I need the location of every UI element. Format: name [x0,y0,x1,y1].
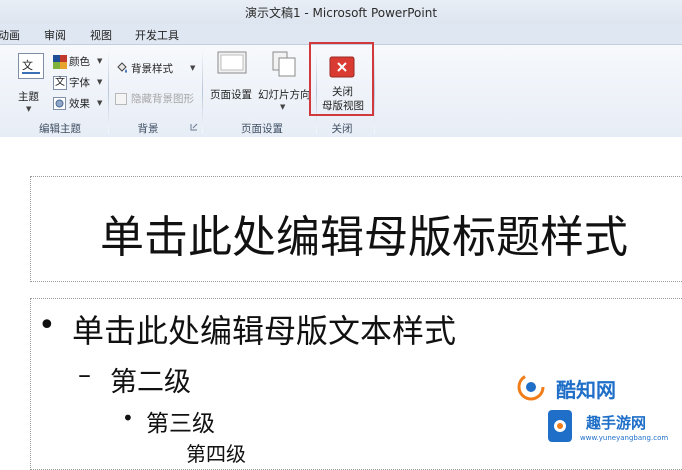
effects-button[interactable]: 效果 ▼ [53,96,105,112]
watermark-site-url: www.yuneyangbang.com [580,434,669,442]
window-title: 演示文稿1 - Microsoft PowerPoint [244,6,438,20]
dash-bullet-icon: – [78,360,91,390]
close-label-line1: 关闭 [332,86,353,98]
close-label-line2: 母版视图 [322,100,364,112]
group-label-edit-theme: 编辑主题 [39,123,81,135]
group-label-background: 背景 [137,123,159,135]
chevron-down-icon: ▼ [280,103,286,111]
effects-icon [53,97,66,110]
tab-animations[interactable]: 动画 [0,27,20,43]
effects-label: 效果 [69,98,90,110]
group-separator [202,49,203,133]
title-placeholder-text: 单击此处编辑母版标题样式 [100,212,628,263]
colors-button[interactable]: 颜色 ▼ [53,54,105,70]
background-styles-button[interactable]: 背景样式 ▼ [115,61,197,77]
hide-background-label: 隐藏背景图形 [131,93,194,105]
hide-background-graphics-checkbox[interactable]: 隐藏背景图形 [115,91,200,107]
fonts-icon: 文 [53,76,67,90]
body-level2-text: 第二级 [110,367,191,398]
dialog-launcher-icon[interactable] [190,123,198,131]
theme-button[interactable]: 文 主题 ▼ [16,53,46,113]
watermark-site-name: 趣手游网 [586,414,647,432]
slide-orientation-icon [272,51,296,77]
chevron-down-icon: ▼ [190,64,196,72]
page-setup-label: 页面设置 [210,89,252,101]
close-master-view-button[interactable]: 关闭 母版视图 [318,52,366,112]
background-styles-label: 背景样式 [131,63,173,75]
colors-label: 颜色 [69,56,90,68]
body-level1-text: 单击此处编辑母版文本样式 [72,312,457,350]
fonts-label: 字体 [69,77,90,89]
slide-orientation-label: 幻灯片方向 [258,89,311,101]
group-separator [374,49,375,133]
close-icon [329,56,355,78]
fonts-button[interactable]: 文 字体 ▼ [53,75,105,91]
svg-text:文: 文 [22,58,33,72]
chevron-down-icon: ▼ [97,57,103,65]
ribbon-tabs: 动画 审阅 视图 开发工具 [0,24,682,44]
title-bar: 演示文稿1 - Microsoft PowerPoint [0,0,682,24]
group-label-page-setup: 页面设置 [241,123,283,135]
chevron-down-icon: ▼ [97,99,103,107]
tab-developer[interactable]: 开发工具 [135,27,179,43]
checkbox-icon [115,93,127,105]
chevron-down-icon: ▼ [26,105,32,113]
tab-view[interactable]: 视图 [90,27,112,43]
group-separator [108,49,109,133]
theme-label: 主题 [18,91,39,103]
colors-icon [53,55,67,69]
slide-orientation-button[interactable]: 幻灯片方向 ▼ [258,51,312,115]
page-setup-icon [217,51,247,74]
bullet-icon: • [122,406,134,430]
ribbon: 文 主题 ▼ 颜色 ▼ 文 字体 ▼ 效果 ▼ 编辑主题 背景样式 ▼ 隐藏背景… [0,42,682,138]
watermark-logo-icon [517,373,545,401]
theme-icon: 文 [18,53,44,79]
body-level3-text: 第三级 [146,411,215,437]
paint-bucket-icon [117,62,127,73]
page-setup-button[interactable]: 页面设置 [208,51,258,105]
body-level4-text: 第四级 [186,442,246,466]
tab-review[interactable]: 审阅 [44,27,66,43]
group-label-close: 关闭 [331,123,353,135]
bullet-icon: • [38,308,56,343]
chevron-down-icon: ▼ [97,78,103,86]
watermark-brand: 酷知网 [556,378,616,402]
watermark-phone-icon [548,410,572,442]
